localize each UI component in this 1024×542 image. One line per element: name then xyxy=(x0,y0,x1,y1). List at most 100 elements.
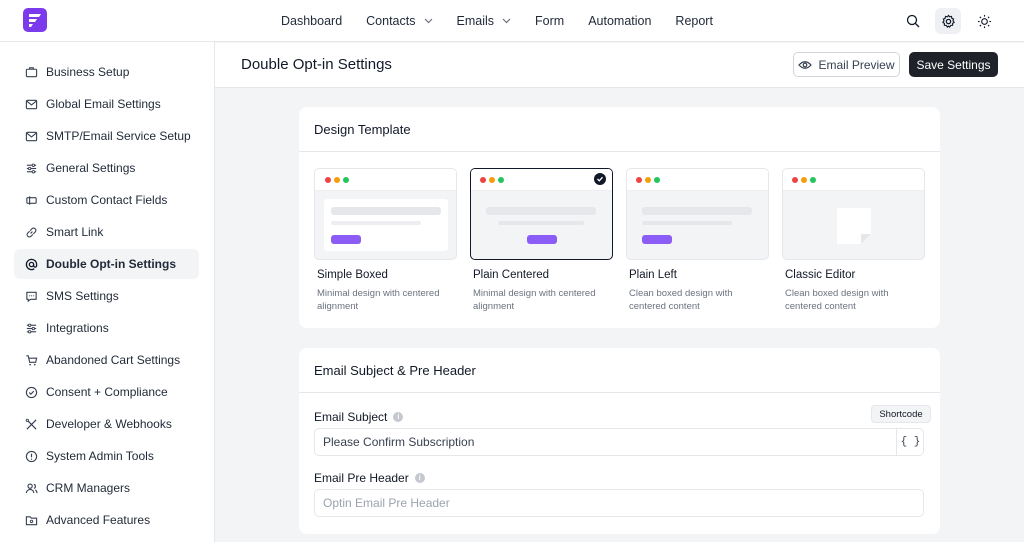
design-template-card: Design Template Simple Boxed Minimal des… xyxy=(299,107,940,328)
email-subject-label: Email Subject i xyxy=(314,410,404,424)
sidebar-item-label: Advanced Features xyxy=(46,513,151,527)
alert-circle-icon xyxy=(24,449,38,463)
search-icon[interactable] xyxy=(900,8,926,34)
sidebar-item-smtp[interactable]: SMTP/Email Service Setup xyxy=(14,121,199,151)
email-preheader-input[interactable] xyxy=(314,489,924,517)
mail-icon xyxy=(24,129,38,143)
sidebar-item-smart-link[interactable]: Smart Link xyxy=(14,217,199,247)
nav-label: Emails xyxy=(456,14,495,28)
users-icon xyxy=(24,481,38,495)
sliders-icon xyxy=(24,161,38,175)
template-description: Clean boxed design with centered content xyxy=(629,288,733,312)
chat-icon xyxy=(24,289,38,303)
sidebar-item-abandoned-cart[interactable]: Abandoned Cart Settings xyxy=(14,345,199,375)
sidebar-item-developer[interactable]: Developer & Webhooks xyxy=(14,409,199,439)
email-preview-label: Email Preview xyxy=(818,57,895,72)
template-thumbnail[interactable] xyxy=(314,168,457,260)
template-description: Minimal design with centered alignment xyxy=(473,288,596,312)
sun-icon[interactable] xyxy=(971,8,997,34)
nav-contacts[interactable]: Contacts xyxy=(366,14,432,28)
info-icon[interactable]: i xyxy=(414,473,425,483)
check-circle-icon xyxy=(24,385,38,399)
save-settings-button[interactable]: Save Settings xyxy=(909,52,998,77)
shortcode-tooltip: Shortcode xyxy=(871,405,931,423)
sidebar-item-general-settings[interactable]: General Settings xyxy=(14,153,199,183)
nav-emails[interactable]: Emails xyxy=(457,14,512,28)
cart-icon xyxy=(24,353,38,367)
window-bar xyxy=(783,169,924,191)
sidebar-item-consent[interactable]: Consent + Compliance xyxy=(14,377,199,407)
sidebar-item-label: System Admin Tools xyxy=(46,449,154,463)
nav-label: Automation xyxy=(588,14,652,28)
template-name: Plain Left xyxy=(629,269,677,281)
sidebar-item-label: Developer & Webhooks xyxy=(46,417,172,431)
template-plain-centered[interactable]: Plain Centered Minimal design with cente… xyxy=(470,168,613,313)
template-plain-left[interactable]: Plain Left Clean boxed design with cente… xyxy=(626,168,769,313)
sidebar-item-custom-contact-fields[interactable]: Custom Contact Fields xyxy=(14,185,199,215)
nav-label: Report xyxy=(675,14,713,28)
template-classic-editor[interactable]: Classic Editor Clean boxed design with c… xyxy=(782,168,925,313)
sidebar-item-label: SMS Settings xyxy=(46,289,119,303)
window-bar xyxy=(627,169,768,191)
sidebar-item-sms-settings[interactable]: SMS Settings xyxy=(14,281,199,311)
page-title: Double Opt-in Settings xyxy=(241,56,392,73)
top-navbar: Dashboard Contacts Emails Form Automatio… xyxy=(0,0,1024,42)
template-description: Minimal design with centered alignment xyxy=(317,288,440,312)
page-header: Double Opt-in Settings Email Preview Sav… xyxy=(215,43,1024,88)
folder-icon xyxy=(24,513,38,527)
email-subject-input[interactable] xyxy=(314,428,924,456)
chevron-down-icon xyxy=(424,18,433,24)
template-thumbnail[interactable] xyxy=(626,168,769,260)
sidebar-item-label: Integrations xyxy=(46,321,109,335)
document-icon xyxy=(833,206,875,246)
sidebar-item-label: Abandoned Cart Settings xyxy=(46,353,181,367)
app-logo[interactable] xyxy=(23,8,47,32)
field-label: Email Pre Header xyxy=(314,471,409,485)
sidebar-item-advanced-features[interactable]: Advanced Features xyxy=(14,505,199,535)
sidebar-item-label: Global Email Settings xyxy=(46,97,161,111)
template-description: Clean boxed design with centered content xyxy=(785,288,889,312)
chevron-down-icon xyxy=(502,18,511,24)
template-name: Plain Centered xyxy=(473,269,550,281)
email-preheader-label: Email Pre Header i xyxy=(314,471,425,485)
at-icon xyxy=(24,257,38,271)
field-label: Email Subject xyxy=(314,410,388,424)
template-thumbnail[interactable] xyxy=(782,168,925,260)
briefcase-icon xyxy=(24,65,38,79)
sidebar-item-global-email-settings[interactable]: Global Email Settings xyxy=(14,89,199,119)
sidebar-item-system-admin[interactable]: System Admin Tools xyxy=(14,441,199,471)
nav-dashboard[interactable]: Dashboard xyxy=(281,14,342,28)
check-icon xyxy=(594,173,606,185)
template-name: Classic Editor xyxy=(785,269,856,281)
nav-automation[interactable]: Automation xyxy=(588,14,651,28)
card-title: Email Subject & Pre Header xyxy=(299,348,940,393)
sidebar-item-label: Double Opt-in Settings xyxy=(46,257,176,271)
info-icon[interactable]: i xyxy=(393,412,404,422)
sidebar-item-crm-managers[interactable]: CRM Managers xyxy=(14,473,199,503)
card-title: Design Template xyxy=(299,107,940,152)
email-subject-card: Email Subject & Pre Header Email Subject… xyxy=(299,348,940,534)
settings-icon[interactable] xyxy=(935,8,961,34)
sidebar-item-double-optin[interactable]: Double Opt-in Settings xyxy=(14,249,199,279)
main-nav: Dashboard Contacts Emails Form Automatio… xyxy=(281,0,737,42)
sliders-icon xyxy=(24,321,38,335)
mail-check-icon xyxy=(24,97,38,111)
sidebar-item-label: CRM Managers xyxy=(46,481,131,495)
email-preview-button[interactable]: Email Preview xyxy=(793,52,900,77)
nav-label: Dashboard xyxy=(281,14,343,28)
sidebar-item-business-setup[interactable]: Business Setup xyxy=(14,57,199,87)
window-bar xyxy=(315,169,456,191)
sidebar-item-integrations[interactable]: Integrations xyxy=(14,313,199,343)
shortcode-button[interactable]: { } xyxy=(896,428,924,456)
eye-icon xyxy=(798,60,813,70)
template-simple-boxed[interactable]: Simple Boxed Minimal design with centere… xyxy=(314,168,457,313)
tools-icon xyxy=(24,417,38,431)
nav-form[interactable]: Form xyxy=(535,14,564,28)
nav-report[interactable]: Report xyxy=(675,14,713,28)
sidebar-item-label: SMTP/Email Service Setup xyxy=(46,129,191,143)
nav-label: Form xyxy=(535,14,565,28)
template-thumbnail[interactable] xyxy=(470,168,613,260)
form-icon xyxy=(24,193,38,207)
sidebar-item-label: Consent + Compliance xyxy=(46,385,168,399)
window-bar xyxy=(471,169,612,191)
